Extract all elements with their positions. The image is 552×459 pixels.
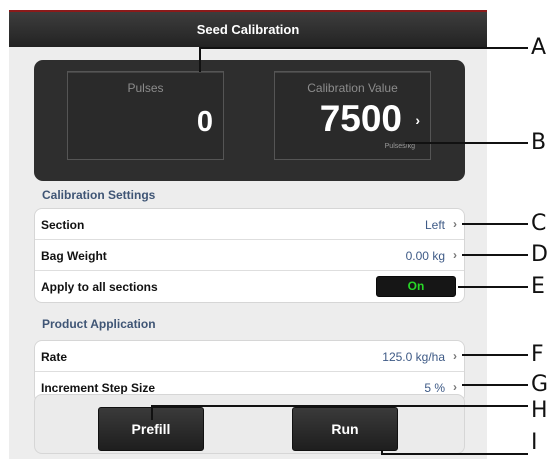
callout-g: G <box>531 372 549 397</box>
calibration-settings-header: Calibration Settings <box>42 188 156 202</box>
pulses-value: 0 <box>196 106 213 138</box>
bag-weight-label: Bag Weight <box>41 249 107 263</box>
chevron-right-icon: › <box>453 248 457 262</box>
section-row[interactable]: Section Left › <box>35 209 464 240</box>
rate-row[interactable]: Rate 125.0 kg/ha › <box>35 341 464 372</box>
product-application-header: Product Application <box>42 317 156 331</box>
increment-step-label: Increment Step Size <box>41 381 156 395</box>
apply-all-sections-row: Apply to all sections On <box>35 271 464 302</box>
page-title: Seed Calibration <box>9 10 487 47</box>
calibration-value: 7500 <box>319 98 402 139</box>
increment-step-value: 5 % <box>424 381 445 395</box>
apply-all-sections-label: Apply to all sections <box>41 280 158 294</box>
prefill-button[interactable]: Prefill <box>98 407 204 451</box>
callout-a: A <box>531 35 547 60</box>
calibration-value-button[interactable]: Calibration Value 7500 › Pulses/kg <box>274 71 431 160</box>
callout-b: B <box>531 130 547 155</box>
apply-all-sections-toggle[interactable]: On <box>376 276 456 297</box>
calibration-value-label: Calibration Value <box>307 81 398 95</box>
callout-c: C <box>531 211 547 236</box>
callout-h: H <box>531 398 548 423</box>
section-value: Left <box>424 218 445 232</box>
chevron-right-icon: › <box>453 380 457 394</box>
chevron-right-icon: › <box>453 217 457 231</box>
action-bar: Prefill Run <box>34 394 465 454</box>
callout-e: E <box>531 274 545 299</box>
pulses-tile: Pulses 0 <box>67 71 224 160</box>
callout-i: I <box>531 430 538 455</box>
chevron-right-icon: › <box>453 349 457 363</box>
bag-weight-row[interactable]: Bag Weight 0.00 kg › <box>35 240 464 271</box>
calibration-settings-group: Section Left › Bag Weight 0.00 kg › Appl… <box>34 208 465 303</box>
seed-calibration-screen: Seed Calibration Pulses 0 Calibration Va… <box>9 10 487 459</box>
run-button[interactable]: Run <box>292 407 398 451</box>
rate-label: Rate <box>41 350 68 364</box>
readout-panel: Pulses 0 Calibration Value 7500 › Pulses… <box>34 60 465 181</box>
chevron-right-icon: › <box>415 112 420 128</box>
pulses-label: Pulses <box>127 81 164 95</box>
section-label: Section <box>41 218 85 232</box>
rate-value: 125.0 kg/ha <box>382 350 445 364</box>
callout-f: F <box>531 342 544 367</box>
calibration-unit: Pulses/kg <box>384 143 415 150</box>
callout-d: D <box>531 242 548 267</box>
bag-weight-value: 0.00 kg <box>405 249 445 263</box>
